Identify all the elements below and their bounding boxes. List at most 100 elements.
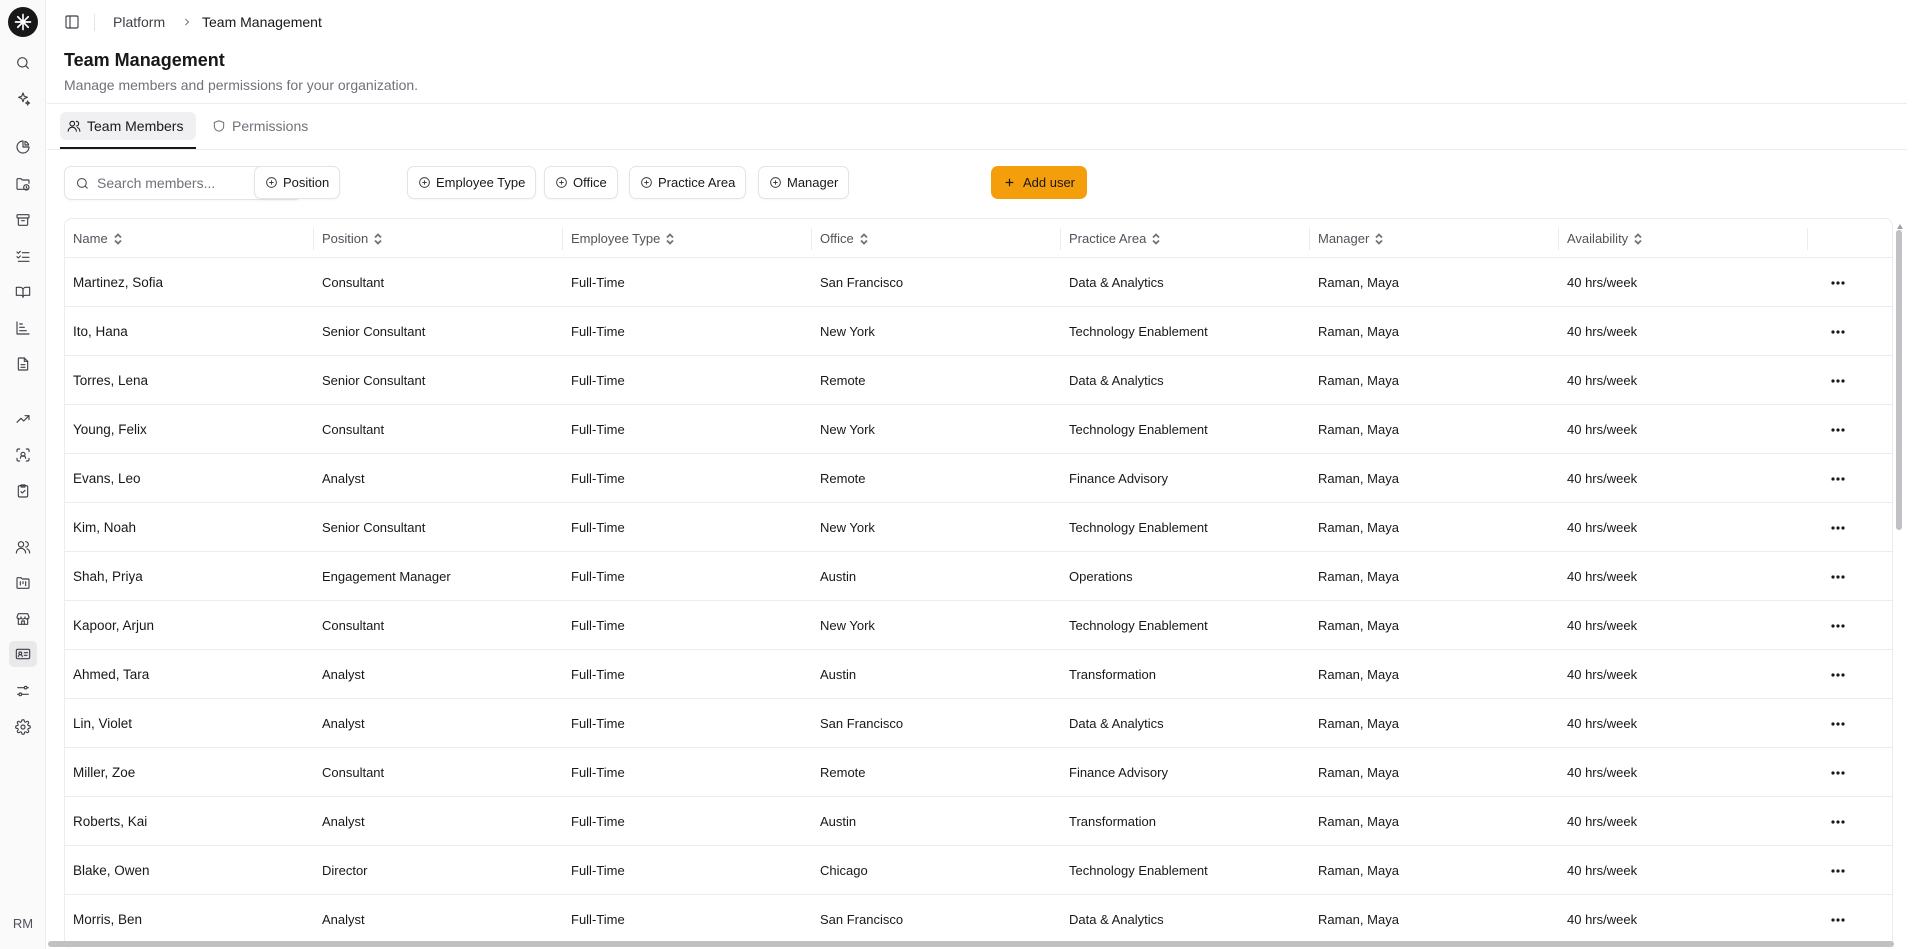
column-header[interactable]: Employee Type bbox=[563, 219, 812, 258]
table-row[interactable]: Evans, Leo Analyst Full-Time Remote Finance … bbox=[65, 454, 1892, 503]
table-row[interactable]: Kapoor, Arjun Consultant Full-Time New York… bbox=[65, 601, 1892, 650]
row-actions-more-icon[interactable] bbox=[1808, 748, 1868, 797]
row-actions-more-icon[interactable] bbox=[1808, 601, 1868, 650]
cell-office: Remote bbox=[820, 373, 866, 388]
filter-manager-button[interactable]: Manager bbox=[758, 166, 850, 199]
cell-position: Analyst bbox=[322, 912, 365, 927]
cell-position: Engagement Manager bbox=[322, 569, 451, 584]
sort-chevrons-icon[interactable] bbox=[854, 232, 869, 245]
column-header[interactable]: Name bbox=[65, 219, 314, 258]
bar-chart-icon[interactable] bbox=[13, 318, 33, 338]
page-title: Team Management bbox=[64, 50, 225, 70]
cell-availability: 40 hrs/week bbox=[1567, 520, 1638, 535]
filter-employee-type-button[interactable]: Employee Type bbox=[407, 166, 537, 199]
table-row[interactable]: Shah, Priya Engagement Manager Full-Time Au… bbox=[65, 552, 1892, 601]
row-actions-more-icon[interactable] bbox=[1808, 258, 1868, 307]
table-row[interactable]: Roberts, Kai Analyst Full-Time Austin Transf… bbox=[65, 797, 1892, 846]
row-actions-more-icon[interactable] bbox=[1808, 405, 1868, 454]
id-card-icon[interactable] bbox=[9, 641, 37, 667]
row-actions-more-icon[interactable] bbox=[1808, 454, 1868, 503]
sliders-icon[interactable] bbox=[13, 681, 33, 701]
cell-manager: Raman, Maya bbox=[1318, 618, 1399, 633]
row-actions-more-icon[interactable] bbox=[1808, 797, 1868, 846]
filter-practice-area-button[interactable]: Practice Area bbox=[629, 166, 747, 199]
file-text-icon[interactable] bbox=[13, 354, 33, 374]
tab-permissions[interactable]: Permissions bbox=[205, 112, 315, 140]
sort-chevrons-icon[interactable] bbox=[368, 232, 383, 245]
cell-manager: Raman, Maya bbox=[1318, 520, 1399, 535]
row-actions-more-icon[interactable] bbox=[1808, 552, 1868, 601]
cell-availability: 40 hrs/week bbox=[1567, 912, 1638, 927]
row-actions-more-icon[interactable] bbox=[1808, 699, 1868, 748]
table-row[interactable]: Ahmed, Tara Analyst Full-Time Austin Transfo… bbox=[65, 650, 1892, 699]
cell-name: Blake, Owen bbox=[73, 863, 150, 878]
column-divider bbox=[313, 228, 314, 250]
folder-kanban-icon[interactable] bbox=[13, 573, 33, 593]
sort-chevrons-icon[interactable] bbox=[660, 232, 675, 245]
column-divider bbox=[562, 228, 563, 250]
table-row[interactable]: Lin, Violet Analyst Full-Time San Francisco… bbox=[65, 699, 1892, 748]
table-row[interactable]: Ito, Hana Senior Consultant Full-Time New Y… bbox=[65, 307, 1892, 356]
table-row[interactable]: Miller, Zoe Consultant Full-Time Remote Fina… bbox=[65, 748, 1892, 797]
list-checks-icon[interactable] bbox=[13, 246, 33, 266]
cell-name: Torres, Lena bbox=[73, 373, 149, 388]
clipboard-check-icon[interactable] bbox=[13, 481, 33, 501]
cell-manager: Raman, Maya bbox=[1318, 275, 1399, 290]
row-actions-more-icon[interactable] bbox=[1808, 356, 1868, 405]
scan-face-icon[interactable] bbox=[13, 445, 33, 465]
row-actions-more-icon[interactable] bbox=[1808, 650, 1868, 699]
scroll-up-arrow-icon[interactable] bbox=[1896, 218, 1904, 229]
add-user-label: Add user bbox=[1022, 175, 1076, 190]
sort-chevrons-icon[interactable] bbox=[1146, 232, 1161, 245]
sort-chevrons-icon[interactable] bbox=[1628, 232, 1643, 245]
column-header[interactable]: Office bbox=[812, 219, 1061, 258]
table-row[interactable]: Martinez, Sofia Consultant Full-Time San Fr… bbox=[65, 258, 1892, 307]
table-row[interactable]: Kim, Noah Senior Consultant Full-Time New Y… bbox=[65, 503, 1892, 552]
table-row[interactable]: Young, Felix Consultant Full-Time New York T… bbox=[65, 405, 1892, 454]
main-content: Platform Team Management Team Management… bbox=[47, 0, 1907, 949]
cell-position: Analyst bbox=[322, 716, 365, 731]
column-header[interactable]: Practice Area bbox=[1061, 219, 1310, 258]
breadcrumb-platform[interactable]: Platform bbox=[113, 14, 165, 30]
book-open-icon[interactable] bbox=[13, 282, 33, 302]
row-actions-more-icon[interactable] bbox=[1808, 846, 1868, 895]
cell-availability: 40 hrs/week bbox=[1567, 863, 1638, 878]
cell-availability: 40 hrs/week bbox=[1567, 324, 1638, 339]
sort-chevrons-icon[interactable] bbox=[1369, 232, 1384, 245]
cell-office: New York bbox=[820, 422, 875, 437]
sort-chevrons-icon[interactable] bbox=[108, 232, 123, 245]
filter-position-button[interactable]: Position bbox=[254, 166, 341, 199]
add-user-button[interactable]: Add user bbox=[991, 166, 1087, 199]
column-header[interactable]: Position bbox=[314, 219, 563, 258]
search-icon[interactable] bbox=[13, 53, 33, 73]
sidebar-toggle-icon[interactable] bbox=[64, 14, 80, 30]
filter-office-button[interactable]: Office bbox=[544, 166, 618, 199]
user-avatar[interactable]: RM bbox=[8, 908, 38, 938]
cell-manager: Raman, Maya bbox=[1318, 569, 1399, 584]
row-actions-more-icon[interactable] bbox=[1808, 895, 1868, 944]
pie-chart-icon[interactable] bbox=[13, 137, 33, 157]
settings-gear-icon[interactable] bbox=[13, 717, 33, 737]
vertical-scrollbar[interactable] bbox=[1896, 230, 1902, 530]
table-row[interactable]: Torres, Lena Senior Consultant Full-Time Re… bbox=[65, 356, 1892, 405]
cell-availability: 40 hrs/week bbox=[1567, 814, 1638, 829]
table-row[interactable]: Morris, Ben Analyst Full-Time San Francisco… bbox=[65, 895, 1892, 944]
app-logo-icon[interactable] bbox=[8, 7, 38, 37]
table-row[interactable]: Blake, Owen Director Full-Time Chicago Techn… bbox=[65, 846, 1892, 895]
horizontal-scrollbar[interactable] bbox=[48, 941, 1894, 947]
cell-position: Analyst bbox=[322, 471, 365, 486]
row-actions-more-icon[interactable] bbox=[1808, 307, 1868, 356]
chevron-right-icon bbox=[181, 15, 193, 31]
trending-up-icon[interactable] bbox=[13, 409, 33, 429]
users-icon[interactable] bbox=[13, 537, 33, 557]
column-header[interactable]: Availability bbox=[1559, 219, 1808, 258]
cell-employee-type: Full-Time bbox=[571, 324, 625, 339]
archive-icon[interactable] bbox=[13, 210, 33, 230]
folder-clock-icon[interactable] bbox=[13, 174, 33, 194]
tab-team-members[interactable]: Team Members bbox=[60, 112, 196, 140]
store-icon[interactable] bbox=[13, 609, 33, 629]
filter-label: Employee Type bbox=[436, 175, 526, 190]
sparkles-icon[interactable] bbox=[13, 89, 33, 109]
row-actions-more-icon[interactable] bbox=[1808, 503, 1868, 552]
column-header[interactable]: Manager bbox=[1310, 219, 1559, 258]
